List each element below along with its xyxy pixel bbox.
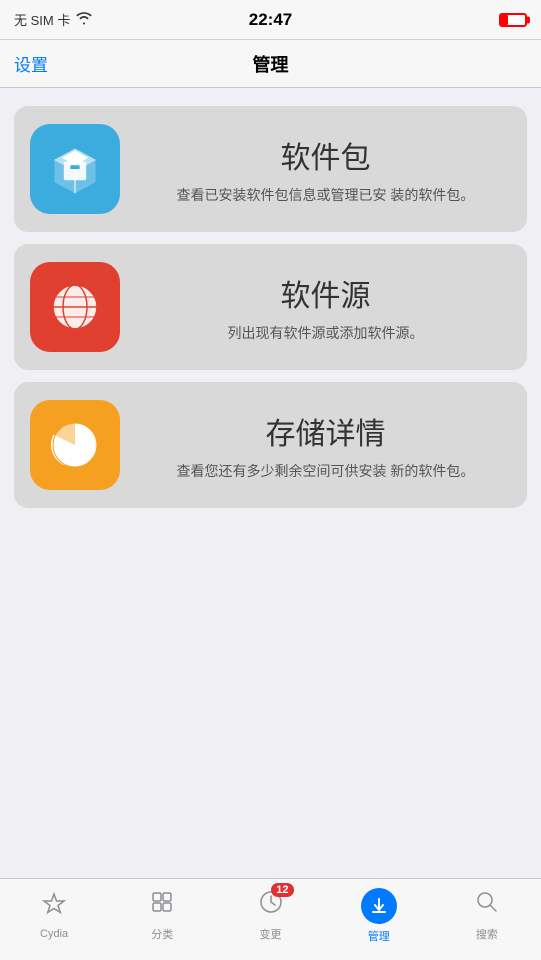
packages-text: 软件包 查看已安装软件包信息或管理已安 装的软件包。 <box>140 133 511 206</box>
tab-search[interactable]: 搜索 <box>433 889 541 950</box>
storage-icon <box>30 400 120 490</box>
packages-desc: 查看已安装软件包信息或管理已安 装的软件包。 <box>140 185 511 206</box>
search-icon <box>474 889 500 922</box>
star-icon <box>41 891 67 924</box>
status-time: 22:47 <box>249 10 292 30</box>
sources-icon <box>30 262 120 352</box>
status-right <box>499 13 527 27</box>
tab-cydia[interactable]: Cydia <box>0 891 108 948</box>
status-bar: 无 SIM 卡 22:47 <box>0 0 541 40</box>
tab-cydia-label: Cydia <box>40 928 68 940</box>
storage-desc: 查看您还有多少剩余空间可供安装 新的软件包。 <box>140 461 511 482</box>
tab-sections[interactable]: 分类 <box>108 889 216 950</box>
tab-manage-label: 管理 <box>368 928 390 944</box>
changes-badge: 12 <box>271 883 293 897</box>
content-area: 软件包 查看已安装软件包信息或管理已安 装的软件包。 软件源 列出现有软件源或添… <box>0 88 541 526</box>
tab-bar: Cydia 分类 12 变更 <box>0 878 541 960</box>
tab-manage[interactable]: 管理 <box>325 888 433 952</box>
storage-title: 存储详情 <box>140 409 511 453</box>
sections-icon <box>149 889 175 922</box>
carrier-text: 无 SIM 卡 <box>14 10 70 29</box>
tab-search-label: 搜索 <box>476 926 498 942</box>
back-button[interactable]: 设置 <box>14 51 48 76</box>
wifi-icon <box>76 12 92 28</box>
tab-sections-label: 分类 <box>151 926 173 942</box>
page-title: 管理 <box>253 51 289 77</box>
sources-text: 软件源 列出现有软件源或添加软件源。 <box>140 271 511 344</box>
tab-changes[interactable]: 12 变更 <box>216 889 324 950</box>
packages-card[interactable]: 软件包 查看已安装软件包信息或管理已安 装的软件包。 <box>14 106 527 232</box>
packages-icon <box>30 124 120 214</box>
status-left: 无 SIM 卡 <box>14 10 92 29</box>
sources-card[interactable]: 软件源 列出现有软件源或添加软件源。 <box>14 244 527 370</box>
battery-icon <box>499 13 527 27</box>
clock-icon: 12 <box>258 889 284 922</box>
download-icon <box>361 888 397 924</box>
nav-bar: 设置 管理 <box>0 40 541 88</box>
sources-desc: 列出现有软件源或添加软件源。 <box>140 323 511 344</box>
storage-card[interactable]: 存储详情 查看您还有多少剩余空间可供安装 新的软件包。 <box>14 382 527 508</box>
tab-changes-label: 变更 <box>260 926 282 942</box>
sources-title: 软件源 <box>140 271 511 315</box>
storage-text: 存储详情 查看您还有多少剩余空间可供安装 新的软件包。 <box>140 409 511 482</box>
packages-title: 软件包 <box>140 133 511 177</box>
